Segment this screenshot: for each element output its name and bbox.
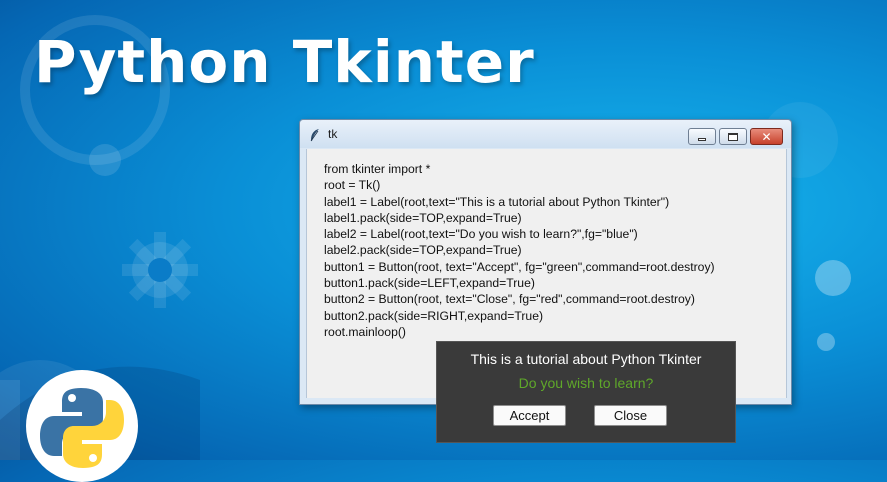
code-block: from tkinter import * root = Tk() label1… (324, 161, 715, 340)
code-line: button1 = Button(root, text="Accept", fg… (324, 259, 715, 274)
code-line: root.mainloop() (324, 324, 406, 339)
close-button[interactable]: ✕ (750, 128, 783, 145)
banner-title: Python Tkinter (34, 28, 535, 96)
demo-output-window: This is a tutorial about Python Tkinter … (436, 341, 736, 443)
learn-question-label: Do you wish to learn? (518, 375, 654, 391)
tutorial-label: This is a tutorial about Python Tkinter (470, 351, 702, 367)
close-icon: ✕ (761, 129, 772, 144)
maximize-button[interactable] (719, 128, 747, 145)
maximize-icon (728, 132, 738, 141)
code-line: from tkinter import * (324, 162, 431, 176)
close-demo-button[interactable]: Close (594, 405, 667, 426)
code-line: label1.pack(side=TOP,expand=True) (324, 210, 522, 225)
code-line: button2 = Button(root, text="Close", fg=… (324, 292, 695, 307)
code-line: label2.pack(side=TOP,expand=True) (324, 243, 522, 258)
feather-icon (310, 129, 319, 142)
window-titlebar[interactable]: tk ✕ (300, 120, 791, 148)
accept-button[interactable]: Accept (493, 405, 566, 426)
code-line: label1 = Label(root,text="This is a tuto… (324, 194, 670, 209)
minimize-icon (698, 137, 706, 141)
code-line: label2 = Label(root,text="Do you wish to… (324, 227, 638, 242)
code-line: button1.pack(side=LEFT,expand=True) (324, 276, 535, 291)
code-line: button2.pack(side=RIGHT,expand=True) (324, 308, 544, 323)
code-line: root = Tk() (324, 178, 381, 193)
window-title: tk (328, 127, 338, 141)
minimize-button[interactable] (688, 128, 716, 145)
python-logo-icon (26, 370, 138, 482)
